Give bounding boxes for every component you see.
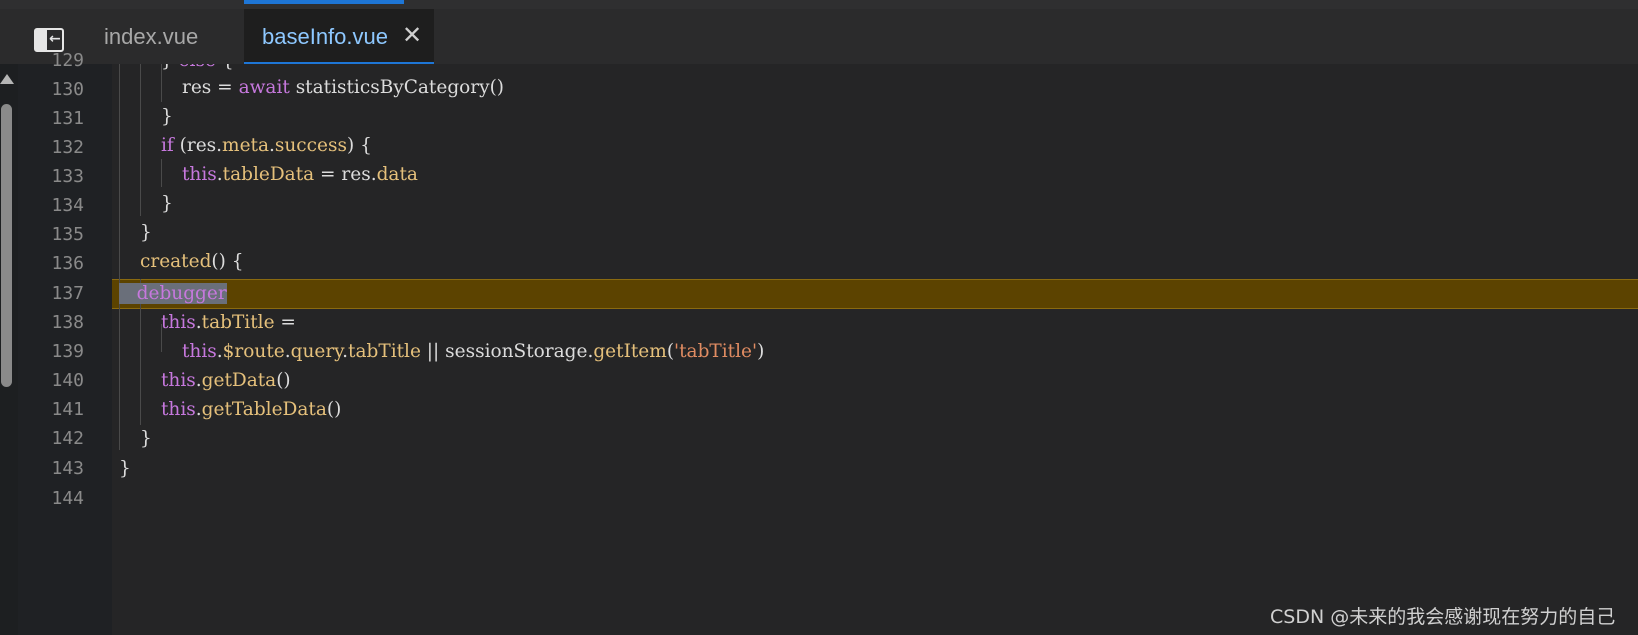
code-token-property: success (274, 135, 347, 156)
code-token: } (119, 458, 131, 479)
scrollbar-thumb[interactable] (1, 104, 12, 387)
debugger-paused-line-highlight (112, 279, 1638, 309)
code-token: { (216, 64, 234, 71)
code-line-137: debugger (119, 279, 227, 308)
line-number: 134 (51, 195, 84, 216)
scroll-up-arrow-icon[interactable] (0, 74, 14, 84)
code-line-140: this.getData() (161, 366, 291, 395)
line-number: 132 (51, 137, 84, 158)
tab-bar: ← index.vue baseInfo.vue ✕ (0, 0, 1638, 65)
code-token-property: $route (222, 341, 285, 362)
code-token-property: tabTitle (201, 312, 275, 333)
code-token: ) (757, 341, 765, 362)
watermark: CSDN @未来的我会感谢现在努力的自己 (1270, 606, 1616, 628)
code-token-keyword: this (182, 164, 217, 185)
selection-whitespace (119, 283, 137, 304)
code-line-131: } (161, 102, 173, 131)
indent-guide (119, 64, 120, 450)
code-token: } (161, 193, 173, 214)
code-token: || sessionStorage. (420, 341, 594, 362)
code-editor[interactable]: } else { res = await statisticsByCategor… (112, 64, 1638, 635)
code-token-debugger-keyword: debugger (136, 283, 227, 304)
code-line-141: this.getTableData() (161, 395, 341, 424)
code-token-keyword: await (238, 77, 290, 98)
code-token: (res. (173, 135, 223, 156)
code-token: = res. (314, 164, 377, 185)
code-token-property: tableData (222, 164, 315, 185)
code-token-keyword: this (161, 370, 196, 391)
indent-guide (161, 159, 162, 187)
code-token-function: getTableData (201, 399, 327, 420)
code-token-string: 'tabTitle' (674, 341, 758, 362)
code-line-135: } (140, 218, 152, 247)
code-token: } (140, 428, 152, 449)
code-token: ( (666, 341, 675, 362)
line-number: 135 (51, 224, 84, 245)
code-token-keyword: if (161, 135, 174, 156)
code-token: () (326, 399, 342, 420)
line-number: 138 (51, 312, 84, 333)
line-number: 131 (51, 108, 84, 129)
code-token: statisticsByCategory() (289, 77, 505, 98)
close-icon[interactable]: ✕ (400, 21, 424, 49)
line-number: 141 (51, 399, 84, 420)
code-line-134: } (161, 189, 173, 218)
active-tab-indicator (244, 0, 404, 4)
line-number: 139 (51, 341, 84, 362)
tab-baseinfo-vue[interactable]: baseInfo.vue ✕ (244, 9, 434, 64)
code-line-139: this.$route.query.tabTitle || sessionSto… (182, 337, 764, 366)
line-number: 144 (51, 488, 84, 509)
tab-label: baseInfo.vue (262, 23, 388, 49)
code-token: } (140, 222, 152, 243)
code-token: } (161, 64, 179, 71)
line-number: 137 (51, 283, 84, 304)
tab-index-vue[interactable]: index.vue (104, 9, 198, 64)
line-number: 130 (51, 79, 84, 100)
code-token-function: getData (201, 370, 277, 391)
code-token-property: data (376, 164, 418, 185)
code-token-keyword: else (179, 64, 216, 71)
code-token: () (276, 370, 291, 391)
code-token: ) { (346, 135, 372, 156)
line-number: 143 (51, 458, 84, 479)
code-token-keyword: this (161, 399, 196, 420)
code-token: } (161, 106, 173, 127)
code-token: res = (182, 77, 239, 98)
code-token-property: query (290, 341, 343, 362)
line-number: 142 (51, 428, 84, 449)
code-token-property: tabTitle (348, 341, 421, 362)
code-line-130: res = await statisticsByCategory() (182, 73, 504, 102)
code-line-136: created() { (140, 247, 244, 276)
code-token-keyword: this (182, 341, 217, 362)
code-token-keyword: this (161, 312, 196, 333)
code-token-function: created (140, 251, 212, 272)
code-line-132: if (res.meta.success) { (161, 131, 372, 160)
code-line-133: this.tableData = res.data (182, 160, 418, 189)
code-token: () { (211, 251, 244, 272)
line-number: 136 (51, 253, 84, 274)
line-number: 133 (51, 166, 84, 187)
code-token-function: getItem (593, 341, 667, 362)
code-token-property: meta (222, 135, 269, 156)
code-line-143: } (119, 454, 131, 483)
tab-label: index.vue (104, 23, 199, 49)
line-number: 129 (51, 50, 84, 71)
code-token: = (274, 312, 296, 333)
line-number: 140 (51, 370, 84, 391)
indent-guide (140, 64, 141, 216)
code-line-138: this.tabTitle = (161, 308, 296, 337)
code-line-142: } (140, 424, 152, 453)
